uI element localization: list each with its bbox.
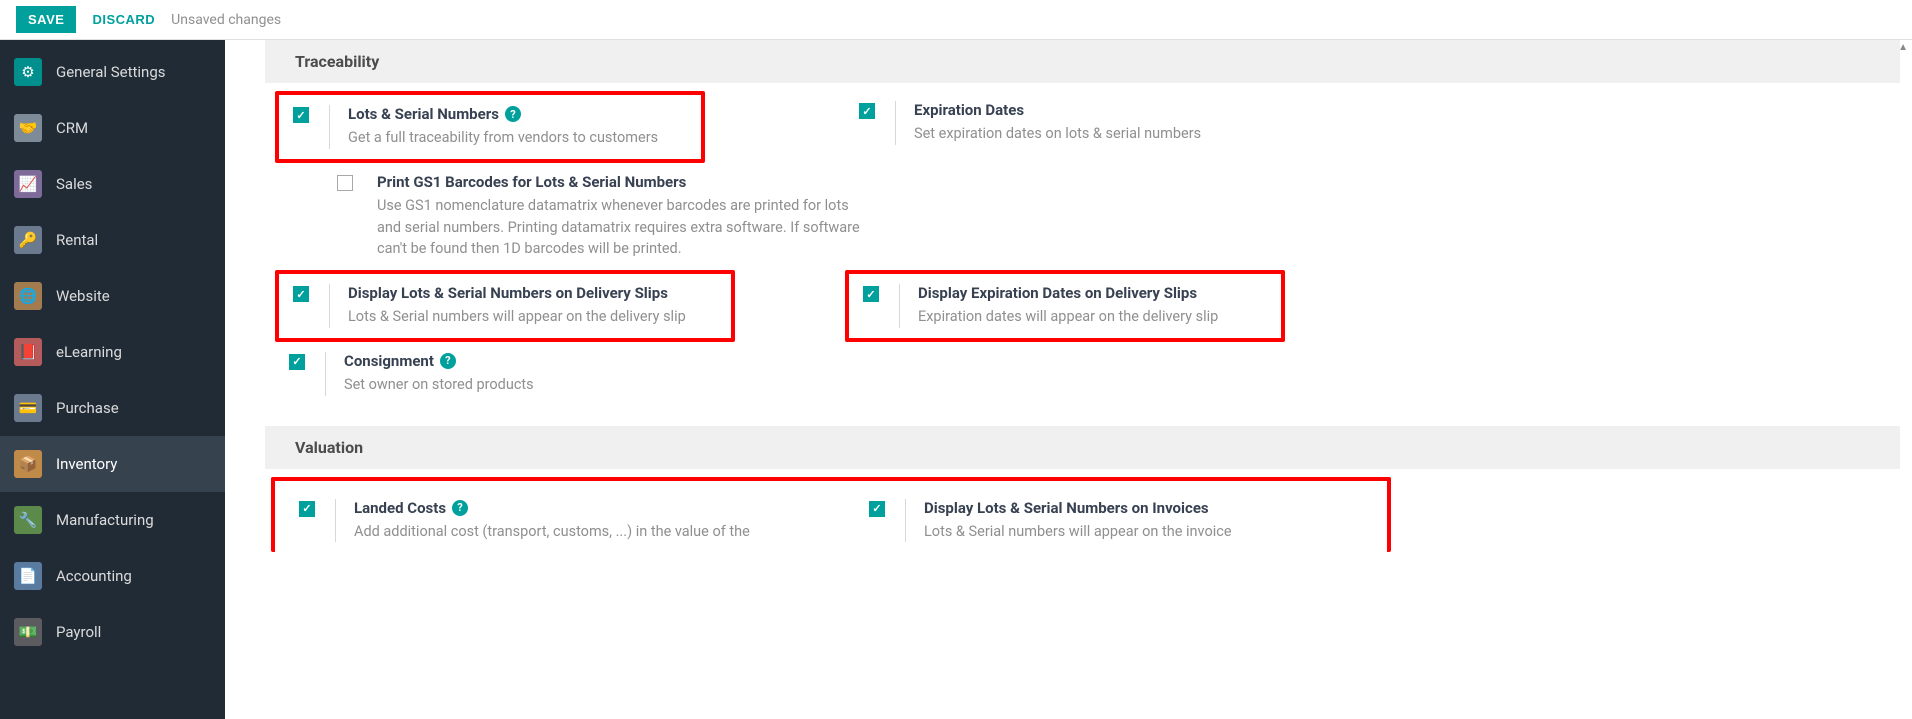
sidebar-item-sales[interactable]: 📈 Sales <box>0 156 225 212</box>
setting-expiration-dates: Expiration Dates Set expiration dates on… <box>845 91 1415 163</box>
sidebar-item-general-settings[interactable]: ⚙ General Settings <box>0 44 225 100</box>
sidebar-item-payroll[interactable]: 💵 Payroll <box>0 604 225 660</box>
section-header-traceability: Traceability <box>265 40 1900 83</box>
setting-title: Expiration Dates <box>914 101 1024 119</box>
doc-icon: 📄 <box>14 562 42 590</box>
checkbox-consignment[interactable] <box>289 354 305 370</box>
sidebar-item-accounting[interactable]: 📄 Accounting <box>0 548 225 604</box>
setting-title: Lots & Serial Numbers <box>348 105 499 123</box>
sidebar-item-label: Website <box>56 287 110 305</box>
sidebar-item-website[interactable]: 🌐 Website <box>0 268 225 324</box>
wrench-icon: 🔧 <box>14 506 42 534</box>
section-header-valuation: Valuation <box>265 426 1900 469</box>
sidebar-item-label: Purchase <box>56 399 119 417</box>
setting-title: Landed Costs <box>354 499 446 517</box>
sidebar-item-label: Payroll <box>56 623 101 641</box>
setting-title: Display Lots & Serial Numbers on Deliver… <box>348 284 668 302</box>
sidebar-item-label: Inventory <box>56 455 117 473</box>
checkbox-display-lots-invoices[interactable] <box>869 501 885 517</box>
setting-desc: Get a full traceability from vendors to … <box>348 127 689 149</box>
setting-title: Display Expiration Dates on Delivery Sli… <box>918 284 1197 302</box>
setting-desc: Set expiration dates on lots & serial nu… <box>914 123 1403 145</box>
setting-lots-serial: Lots & Serial Numbers ? Get a full trace… <box>275 91 705 163</box>
setting-title: Consignment <box>344 352 434 370</box>
setting-desc: Add additional cost (transport, customs,… <box>354 521 813 543</box>
setting-gs1-barcodes: Print GS1 Barcodes for Lots & Serial Num… <box>323 163 883 270</box>
sidebar-item-label: General Settings <box>56 63 166 81</box>
setting-desc: Use GS1 nomenclature datamatrix whenever… <box>377 195 871 260</box>
setting-desc: Expiration dates will appear on the deli… <box>918 306 1269 328</box>
checkbox-expiration-dates[interactable] <box>859 103 875 119</box>
checkbox-landed-costs[interactable] <box>299 501 315 517</box>
setting-title: Display Lots & Serial Numbers on Invoice… <box>924 499 1209 517</box>
setting-desc: Lots & Serial numbers will appear on the… <box>924 521 1343 543</box>
box-icon: 📦 <box>14 450 42 478</box>
setting-desc: Lots & Serial numbers will appear on the… <box>348 306 719 328</box>
sidebar-item-inventory[interactable]: 📦 Inventory <box>0 436 225 492</box>
setting-display-exp-slips: Display Expiration Dates on Delivery Sli… <box>845 270 1285 342</box>
sidebar-item-label: Rental <box>56 231 98 249</box>
scroll-up-icon[interactable]: ▲ <box>1898 42 1908 53</box>
handshake-icon: 🤝 <box>14 114 42 142</box>
globe-icon: 🌐 <box>14 282 42 310</box>
checkbox-display-lots-slips[interactable] <box>293 286 309 302</box>
setting-title: Print GS1 Barcodes for Lots & Serial Num… <box>377 173 686 191</box>
setting-display-lots-invoices: Display Lots & Serial Numbers on Invoice… <box>855 489 1355 553</box>
sidebar-item-elearning[interactable]: 📕 eLearning <box>0 324 225 380</box>
book-icon: 📕 <box>14 338 42 366</box>
money-icon: 💵 <box>14 618 42 646</box>
unsaved-changes-label: Unsaved changes <box>171 12 281 28</box>
sidebar-item-rental[interactable]: 🔑 Rental <box>0 212 225 268</box>
chart-icon: 📈 <box>14 170 42 198</box>
gear-icon: ⚙ <box>14 58 42 86</box>
sidebar-item-manufacturing[interactable]: 🔧 Manufacturing <box>0 492 225 548</box>
sidebar-item-label: Sales <box>56 175 92 193</box>
setting-desc: Set owner on stored products <box>344 374 833 396</box>
sidebar-item-label: Manufacturing <box>56 511 154 529</box>
setting-display-lots-slips: Display Lots & Serial Numbers on Deliver… <box>275 270 735 342</box>
key-icon: 🔑 <box>14 226 42 254</box>
main-panel: Traceability Lots & Serial Numbers ? Get… <box>225 40 1912 719</box>
sidebar-item-label: CRM <box>56 119 88 137</box>
checkbox-lots-serial[interactable] <box>293 107 309 123</box>
checkbox-display-exp-slips[interactable] <box>863 286 879 302</box>
help-icon[interactable]: ? <box>440 353 456 369</box>
settings-sidebar: ⚙ General Settings 🤝 CRM 📈 Sales 🔑 Rental 🌐 Websi… <box>0 40 225 719</box>
sidebar-item-crm[interactable]: 🤝 CRM <box>0 100 225 156</box>
help-icon[interactable]: ? <box>505 106 521 122</box>
setting-landed-costs: Landed Costs ? Add additional cost (tran… <box>285 489 825 553</box>
sidebar-item-purchase[interactable]: 💳 Purchase <box>0 380 225 436</box>
topbar: SAVE DISCARD Unsaved changes <box>0 0 1912 40</box>
card-icon: 💳 <box>14 394 42 422</box>
sidebar-item-label: eLearning <box>56 343 122 361</box>
sidebar-item-label: Accounting <box>56 567 132 585</box>
checkbox-gs1-barcodes[interactable] <box>337 175 353 191</box>
help-icon[interactable]: ? <box>452 500 468 516</box>
setting-consignment: Consignment ? Set owner on stored produc… <box>275 342 845 406</box>
save-button[interactable]: SAVE <box>16 6 76 33</box>
discard-button[interactable]: DISCARD <box>92 12 155 27</box>
